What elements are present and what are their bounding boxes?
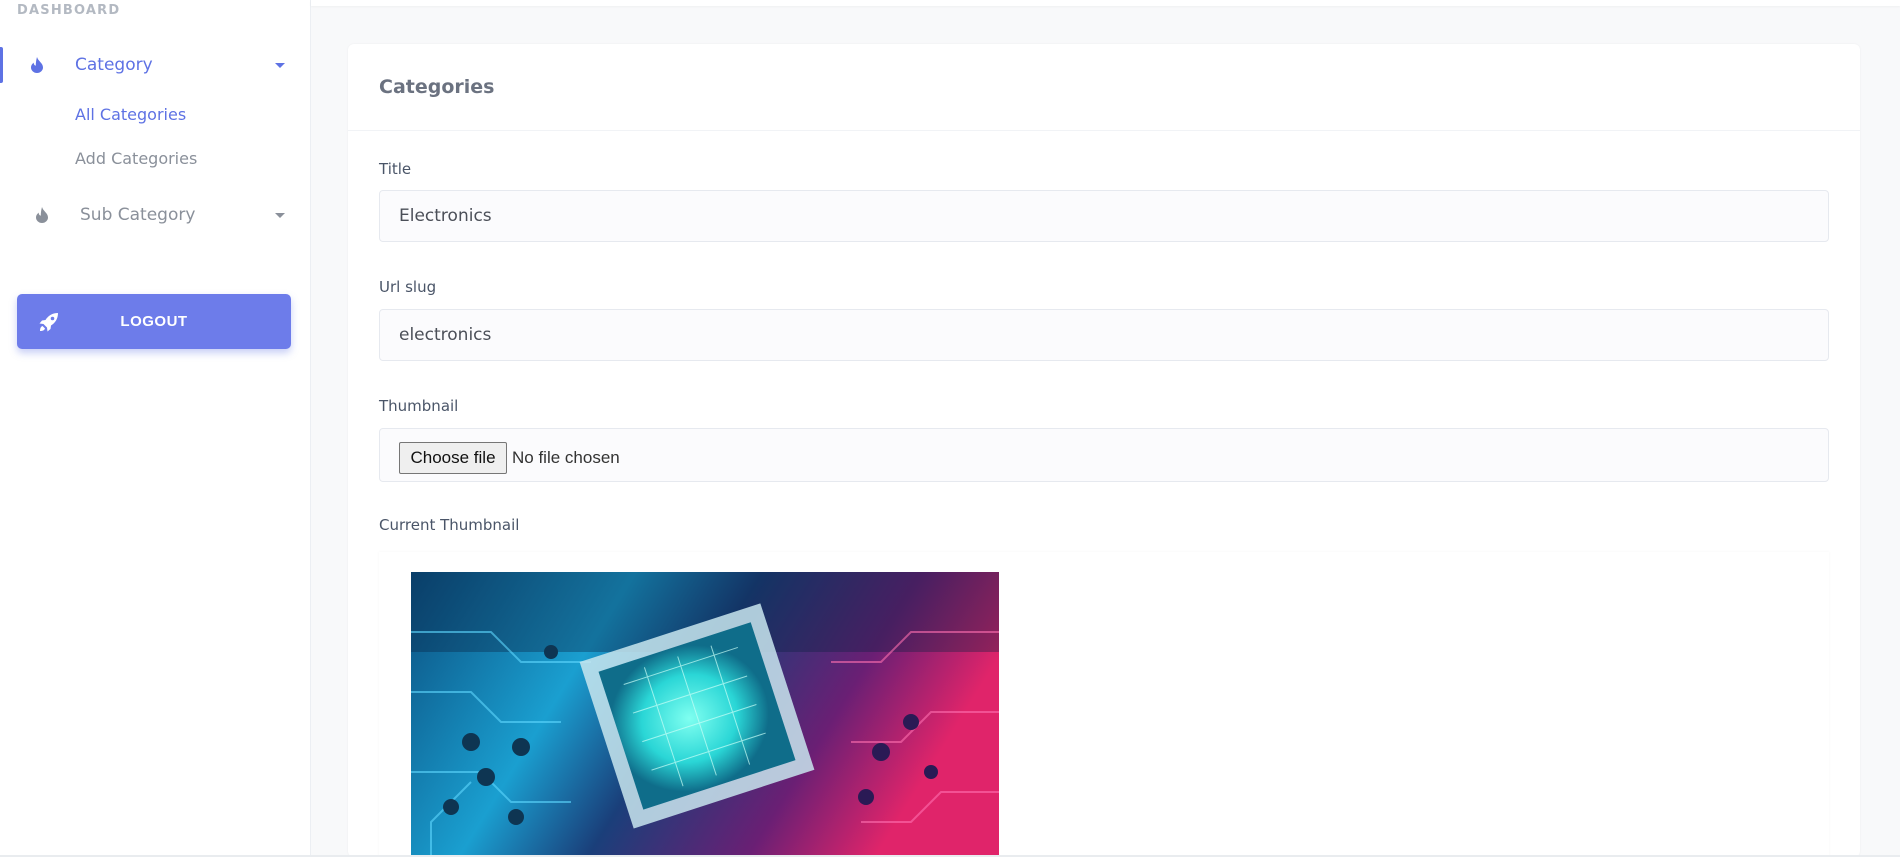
flame-icon <box>33 206 51 224</box>
sidebar: DASHBOARD Category All Categories Add Ca… <box>0 0 311 857</box>
category-edit-card: Categories Title Url slug Thumbnail Choo… <box>348 44 1860 857</box>
sidebar-heading: DASHBOARD <box>17 3 121 18</box>
logout-button[interactable]: LOGOUT <box>17 294 291 349</box>
url-slug-label: Url slug <box>379 278 437 296</box>
current-thumbnail-image <box>411 572 999 857</box>
logout-label: LOGOUT <box>120 313 188 330</box>
sidebar-item-sub-category[interactable]: Sub Category <box>0 193 311 237</box>
current-thumbnail-label: Current Thumbnail <box>379 516 520 534</box>
sidebar-item-label: Sub Category <box>80 205 196 225</box>
file-status: No file chosen <box>512 448 620 467</box>
sidebar-subitem-all-categories[interactable]: All Categories <box>75 105 186 124</box>
chevron-down-icon <box>275 62 285 68</box>
url-slug-input[interactable] <box>379 309 1829 361</box>
thumbnail-label: Thumbnail <box>379 397 459 415</box>
current-thumbnail-panel <box>379 552 1829 857</box>
flame-icon <box>28 56 46 74</box>
topbar <box>311 0 1900 6</box>
title-input[interactable] <box>379 190 1829 242</box>
sidebar-subitem-add-categories[interactable]: Add Categories <box>75 149 197 168</box>
page-title: Categories <box>379 76 495 98</box>
thumbnail-file-input[interactable]: Choose file No file chosen <box>379 428 1829 482</box>
card-header: Categories <box>348 44 1860 131</box>
choose-file-button[interactable]: Choose file <box>399 442 507 474</box>
title-label: Title <box>379 160 412 178</box>
sidebar-item-category[interactable]: Category <box>0 43 311 87</box>
sidebar-item-label: Category <box>75 55 153 75</box>
chevron-down-icon <box>275 212 285 218</box>
